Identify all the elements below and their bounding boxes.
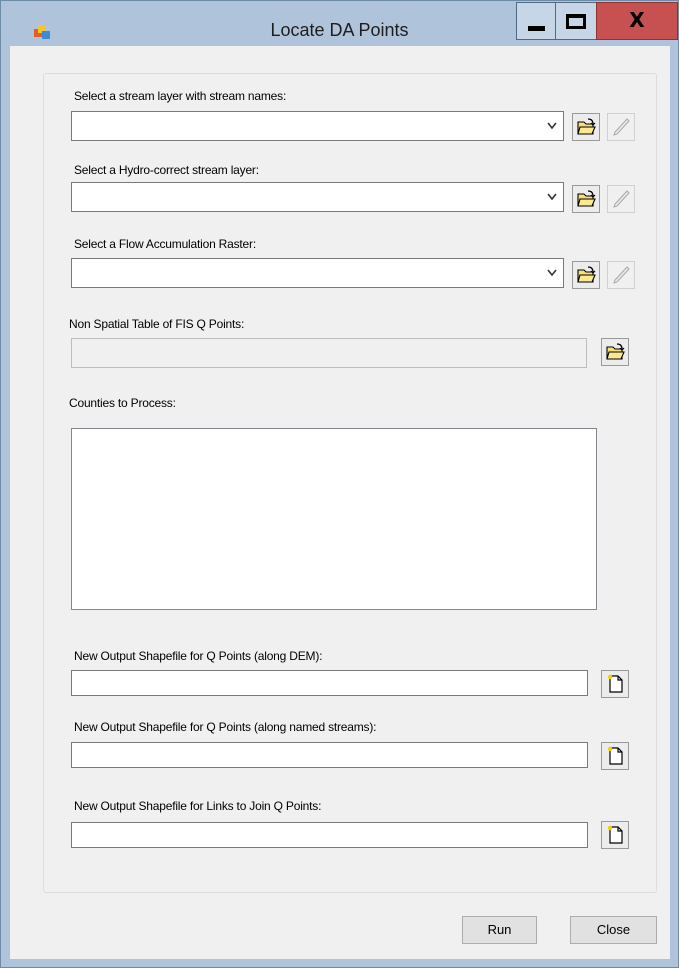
- new-output-dem-button[interactable]: [601, 670, 629, 698]
- maximize-button[interactable]: [555, 2, 597, 40]
- edit-hydro-correct-button[interactable]: [607, 185, 635, 213]
- dialog-window: Locate DA Points X Select a stream layer…: [0, 0, 679, 968]
- browse-stream-names-button[interactable]: [572, 113, 600, 141]
- chevron-down-icon[interactable]: [545, 267, 559, 279]
- hydro-correct-combo[interactable]: [71, 182, 564, 212]
- browse-non-spatial-table-button[interactable]: [601, 338, 629, 366]
- open-folder-icon: [577, 118, 596, 135]
- stream-names-combo[interactable]: [71, 111, 564, 141]
- non-spatial-table-field[interactable]: [71, 338, 587, 368]
- browse-hydro-correct-button[interactable]: [572, 185, 600, 213]
- edit-stream-names-button[interactable]: [607, 113, 635, 141]
- open-folder-icon: [577, 266, 596, 283]
- new-output-named-streams-button[interactable]: [601, 742, 629, 770]
- run-button[interactable]: Run: [462, 916, 537, 944]
- output-dem-label: New Output Shapefile for Q Points (along…: [74, 649, 323, 663]
- output-named-streams-label: New Output Shapefile for Q Points (along…: [74, 720, 377, 734]
- new-file-icon: [607, 825, 623, 844]
- output-dem-field[interactable]: [71, 670, 588, 696]
- minimize-button[interactable]: [516, 2, 556, 40]
- browse-flow-accumulation-button[interactable]: [572, 261, 600, 289]
- hydro-correct-label: Select a Hydro-correct stream layer:: [74, 163, 259, 177]
- output-links-label: New Output Shapefile for Links to Join Q…: [74, 799, 322, 813]
- new-file-icon: [607, 746, 623, 765]
- close-icon: X: [629, 8, 645, 32]
- non-spatial-table-label: Non Spatial Table of FIS Q Points:: [69, 317, 245, 331]
- new-file-icon: [607, 674, 623, 693]
- output-links-field[interactable]: [71, 822, 588, 848]
- counties-listbox[interactable]: [71, 428, 597, 610]
- flow-accumulation-label: Select a Flow Accumulation Raster:: [74, 237, 256, 251]
- chevron-down-icon[interactable]: [545, 120, 559, 132]
- pencil-icon: [613, 266, 630, 284]
- close-window-button[interactable]: X: [596, 2, 678, 40]
- counties-label: Counties to Process:: [69, 396, 176, 410]
- flow-accumulation-combo[interactable]: [71, 258, 564, 288]
- pencil-icon: [613, 190, 630, 208]
- stream-names-label: Select a stream layer with stream names:: [74, 89, 287, 103]
- dialog-body: Select a stream layer with stream names:…: [10, 46, 670, 959]
- new-output-links-button[interactable]: [601, 821, 629, 849]
- pencil-icon: [613, 118, 630, 136]
- open-folder-icon: [577, 190, 596, 207]
- close-button[interactable]: Close: [570, 916, 657, 944]
- minimize-icon: [528, 26, 545, 31]
- output-named-streams-field[interactable]: [71, 742, 588, 768]
- maximize-icon: [566, 14, 586, 29]
- chevron-down-icon[interactable]: [545, 191, 559, 203]
- open-folder-icon: [606, 343, 625, 360]
- edit-flow-accumulation-button[interactable]: [607, 261, 635, 289]
